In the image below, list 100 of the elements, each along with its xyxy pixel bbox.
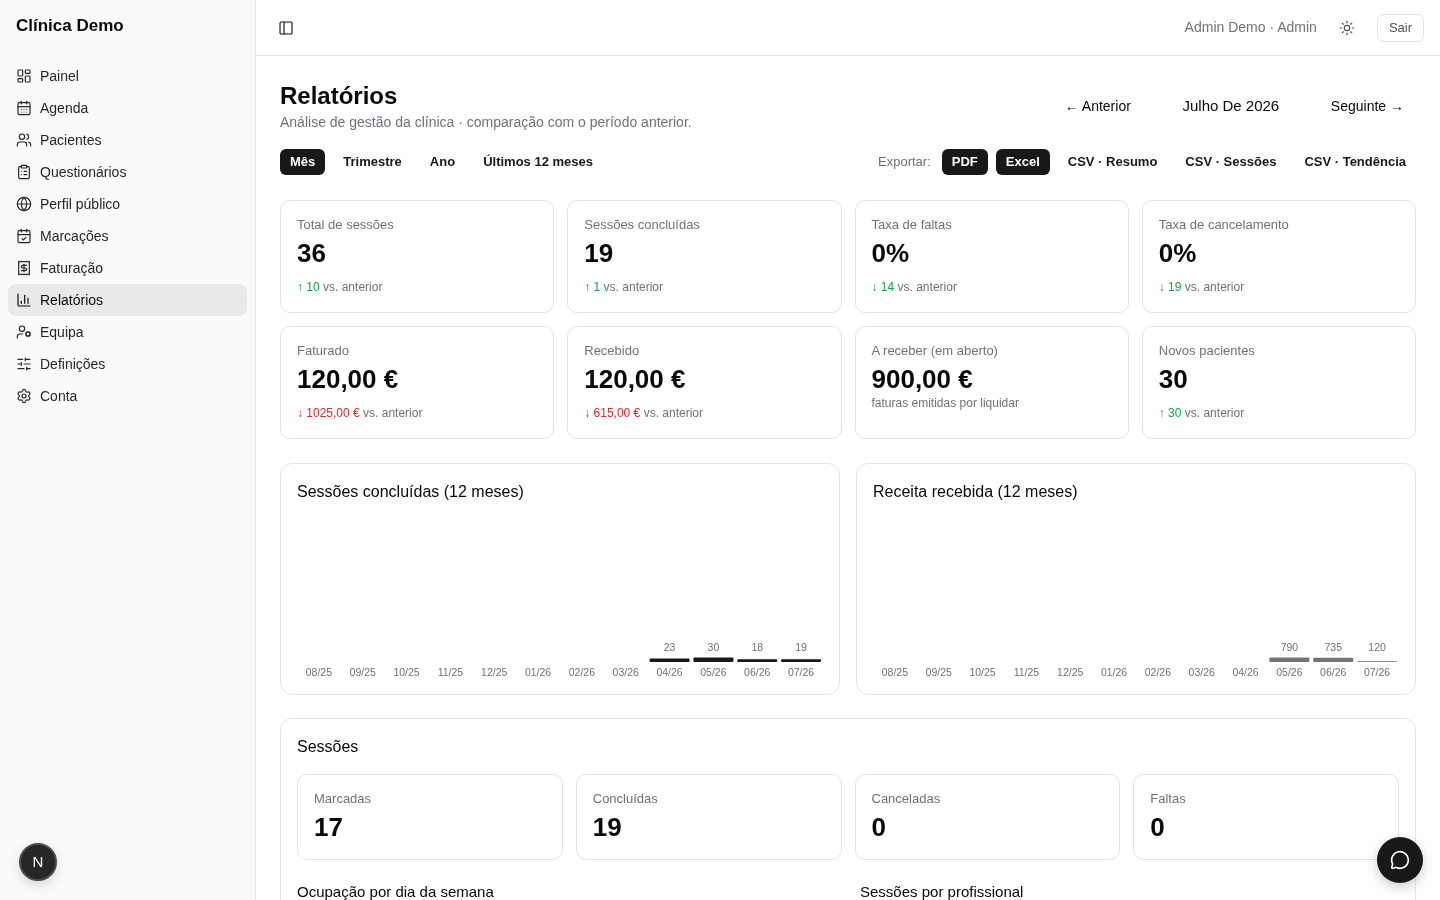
chart-bar [781, 659, 822, 662]
axis-label: 12/25 [1057, 666, 1084, 678]
stat-label: Faltas [1150, 791, 1186, 807]
stat-note: faturas emitidas por liquidar [871, 395, 1019, 411]
stat-label: Total de sessões [297, 217, 394, 233]
axis-label: 07/26 [787, 666, 815, 678]
axis-label: 09/25 [925, 666, 952, 678]
axis-label: 03/26 [612, 666, 639, 678]
stat-value: 0 [871, 811, 886, 843]
delta-text: ↓ 1025,00 € vs. anterior [297, 405, 423, 421]
dashboard-grid-icon [16, 68, 32, 84]
sidebar-item[interactable]: Questionários [8, 156, 247, 188]
export-button[interactable]: Excel [995, 149, 1050, 175]
next-period-button[interactable]: Seguinte → [1318, 90, 1416, 122]
axis-label: 02/26 [568, 666, 596, 678]
users-icon [16, 132, 32, 148]
sidebar-item[interactable]: Agenda [8, 92, 247, 124]
stat-label: Taxa de cancelamento [1158, 217, 1289, 233]
value-label: 30 [707, 641, 720, 653]
axis-label: 01/26 [1100, 666, 1128, 678]
stat-label: A receber (em aberto) [871, 343, 998, 359]
panel-left-icon [278, 19, 294, 36]
sidebar-item[interactable]: Painel [8, 60, 247, 92]
axis-label: 10/25 [393, 666, 420, 678]
stat-label: Canceladas [871, 791, 941, 807]
bar-chart-icon [16, 292, 32, 308]
axis-label: 04/26 [656, 666, 683, 678]
axis-label: 05/26 [700, 666, 727, 678]
globe-icon [16, 196, 32, 212]
axis-label: 09/25 [349, 666, 376, 678]
export-label: Exportar: [878, 153, 931, 172]
calendar-check-icon [16, 228, 32, 244]
section-title: Sessões [297, 737, 359, 757]
chart-bar [1269, 657, 1310, 662]
export-button[interactable]: CSV · Tendência [1294, 149, 1416, 175]
receipt-icon [16, 260, 32, 276]
brand-title: Clínica Demo [16, 15, 124, 38]
axis-label: 06/26 [1320, 666, 1347, 678]
period-tab[interactable]: Mês [280, 149, 326, 175]
sidebar-item[interactable]: Faturação [8, 252, 247, 284]
value-label: 735 [1324, 641, 1342, 653]
subsection-title: Ocupação por dia da semana [297, 884, 494, 900]
page-title: Relatórios [280, 81, 398, 111]
logout-button[interactable]: Sair [1376, 13, 1424, 42]
period-tab[interactable]: Trimestre [333, 149, 412, 175]
axis-label: 12/25 [481, 666, 508, 678]
stat-label: Taxa de faltas [871, 217, 952, 233]
sidebar-item[interactable]: Equipa [8, 316, 247, 348]
current-period: Julho De 2026 [1181, 95, 1281, 116]
stat-label: Sessões concluídas [584, 217, 700, 233]
chart-title: Receita recebida (12 meses) [873, 482, 1078, 502]
export-button[interactable]: CSV · Sessões [1175, 149, 1287, 175]
stat-value: 19 [584, 237, 614, 269]
chart-bar [693, 657, 734, 662]
sidebar-item[interactable]: Definições [8, 348, 247, 380]
value-label: 18 [751, 641, 764, 653]
value-label: 790 [1280, 641, 1299, 653]
stat-value: 36 [297, 237, 326, 269]
delta-text: ↑ 10 vs. anterior [297, 279, 383, 295]
export-button[interactable]: CSV · Resumo [1057, 149, 1168, 175]
delta-text: ↑ 30 vs. anterior [1158, 405, 1245, 421]
previous-period-button[interactable]: ← Anterior [1052, 90, 1143, 122]
period-tab[interactable]: Últimos 12 meses [473, 149, 603, 175]
value-label: 120 [1368, 641, 1386, 653]
sidebar-item[interactable]: Marcações [8, 220, 247, 252]
axis-label: 10/25 [969, 666, 996, 678]
stat-value: 0 [1150, 811, 1165, 843]
stat-value: 0% [1158, 237, 1197, 269]
sidebar-item[interactable]: Perfil público [8, 188, 247, 220]
stat-label: Marcadas [314, 791, 372, 807]
stat-value: 30 [1158, 363, 1188, 395]
axis-label: 03/26 [1188, 666, 1215, 678]
sidebar-item[interactable]: Relatórios [8, 284, 247, 316]
axis-label: 11/25 [1013, 666, 1040, 678]
stat-value: 0% [871, 237, 910, 269]
axis-label: 07/26 [1363, 666, 1391, 678]
stat-value: 19 [592, 811, 622, 843]
stat-value: 120,00 € [584, 363, 686, 395]
chart-bar [649, 658, 690, 662]
chart-title: Sessões concluídas (12 meses) [297, 482, 524, 502]
sidebar-item[interactable]: Pacientes [8, 124, 247, 156]
export-button[interactable]: PDF [941, 149, 988, 175]
delta-text: ↓ 19 vs. anterior [1158, 279, 1245, 295]
stat-value: 17 [314, 811, 343, 843]
user-gear-icon [16, 324, 32, 340]
period-tab[interactable]: Ano [419, 149, 466, 175]
axis-label: 05/26 [1276, 666, 1303, 678]
dev-indicator-button[interactable]: N [19, 843, 57, 881]
chart-bar [737, 659, 778, 662]
chart-bar [1313, 657, 1354, 662]
clipboard-icon [16, 164, 32, 180]
axis-label: 01/26 [524, 666, 552, 678]
delta-text: ↑ 1 vs. anterior [584, 279, 663, 295]
user-name: Admin Demo · Admin [1184, 18, 1317, 37]
delta-text: ↓ 14 vs. anterior [871, 279, 957, 295]
sidebar-item[interactable]: Conta [8, 380, 247, 412]
stat-label: Concluídas [592, 791, 658, 807]
value-label: 19 [795, 641, 807, 653]
axis-label: 04/26 [1232, 666, 1259, 678]
axis-label: 11/25 [437, 666, 464, 678]
